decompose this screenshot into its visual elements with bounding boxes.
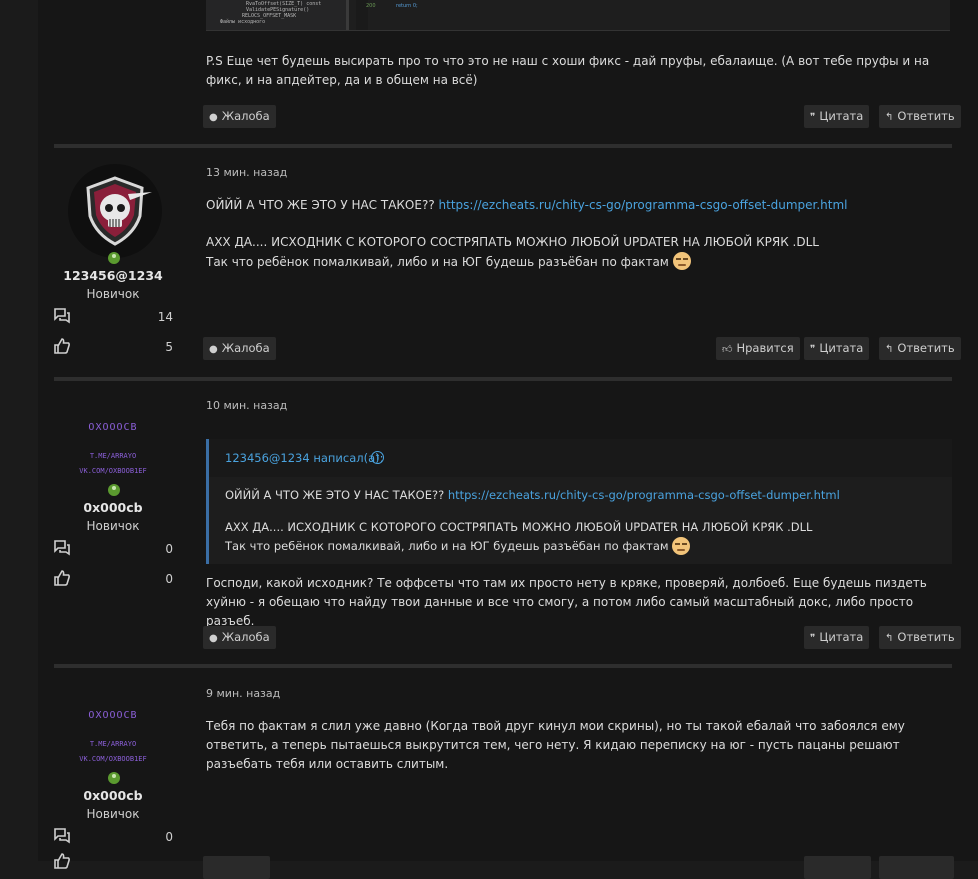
post-divider bbox=[54, 377, 952, 381]
post-time[interactable]: 10 мин. назад bbox=[206, 399, 287, 412]
post-text: ОЙЙЙ А ЧТО ЖЕ ЭТО У НАС ТАКОЕ?? bbox=[206, 198, 439, 212]
user-banner-line: T.ME/ARRAYO bbox=[89, 452, 137, 460]
online-status-icon bbox=[108, 772, 120, 784]
post-body-line: Так что ребёнок помалкивай, либо и на ЮГ… bbox=[206, 252, 952, 272]
quote-button[interactable] bbox=[804, 856, 871, 879]
quote-label: Цитата bbox=[819, 630, 864, 644]
quote-link[interactable]: https://ezcheats.ru/chity-cs-go/programm… bbox=[448, 488, 840, 502]
like-label: Нравится bbox=[736, 341, 794, 355]
online-status-icon bbox=[108, 484, 120, 496]
likes-icon bbox=[54, 570, 70, 586]
reply-arrow-icon: ↰ bbox=[885, 112, 894, 123]
post-divider bbox=[54, 664, 952, 668]
smirk-emoji-icon bbox=[672, 252, 691, 270]
reply-button[interactable]: ↰ Ответить bbox=[879, 105, 961, 128]
reply-arrow-icon: ↰ bbox=[885, 344, 894, 355]
message-count: 0 bbox=[165, 542, 173, 556]
username[interactable]: 0x000cb bbox=[38, 788, 188, 803]
reply-button[interactable]: ↰ Ответить bbox=[879, 626, 961, 649]
user-banner-title: OXOOOCB bbox=[88, 710, 138, 721]
code-line: Файлы исходного bbox=[220, 19, 266, 25]
like-count: 5 bbox=[165, 340, 173, 354]
post-body: P.S Еще чет будешь высирать про то что э… bbox=[206, 54, 930, 87]
messages-icon bbox=[54, 308, 70, 324]
reply-label: Ответить bbox=[897, 109, 955, 123]
quote-line: ОЙЙЙ А ЧТО ЖЕ ЭТО У НАС ТАКОЕ?? https://… bbox=[225, 488, 840, 502]
quote-button[interactable]: ❞ Цитата bbox=[804, 626, 870, 649]
post-time[interactable]: 13 мин. назад bbox=[206, 166, 287, 179]
quote-line: Так что ребёнок помалкивай, либо и на ЮГ… bbox=[225, 537, 691, 555]
post-body-line: АХХ ДА.... ИСХОДНИК С КОТОРОГО СОСТРЯПАТ… bbox=[206, 235, 819, 249]
quote-line: АХХ ДА.... ИСХОДНИК С КОТОРОГО СОСТРЯПАТ… bbox=[225, 520, 813, 534]
quote-text: Так что ребёнок помалкивай, либо и на ЮГ… bbox=[225, 539, 669, 553]
username[interactable]: 0x000cb bbox=[38, 500, 188, 515]
exclamation-circle-icon: ● bbox=[209, 344, 218, 355]
report-label: Жалоба bbox=[221, 630, 270, 644]
user-title: Новичок bbox=[86, 287, 140, 301]
report-label: Жалоба bbox=[221, 109, 270, 123]
reply-arrow-icon: ↰ bbox=[885, 633, 894, 644]
message-count: 14 bbox=[157, 310, 173, 324]
smirk-emoji-icon bbox=[672, 537, 691, 555]
likes-icon bbox=[54, 853, 70, 869]
quote-label: Цитата bbox=[819, 341, 864, 355]
messages-icon bbox=[54, 540, 70, 556]
report-button[interactable]: ● Жалоба bbox=[203, 105, 276, 128]
post-text: Так что ребёнок помалкивай, либо и на ЮГ… bbox=[206, 255, 669, 269]
exclamation-circle-icon: ● bbox=[209, 112, 218, 123]
reply-label: Ответить bbox=[897, 341, 955, 355]
exclamation-circle-icon: ● bbox=[209, 633, 218, 644]
quote-marks-icon: ❞ bbox=[810, 344, 816, 355]
likes-icon bbox=[54, 338, 70, 354]
avatar[interactable] bbox=[68, 164, 162, 258]
report-label: Жалоба bbox=[221, 341, 270, 355]
message-count: 0 bbox=[165, 830, 173, 844]
online-status-icon bbox=[108, 252, 120, 264]
like-button[interactable]: 👍︎ Нравится bbox=[716, 337, 800, 360]
report-button[interactable]: ● Жалоба bbox=[203, 337, 276, 360]
quote-header[interactable]: 123456@1234 написал(а): ↑ bbox=[209, 439, 952, 477]
user-title: Новичок bbox=[86, 807, 140, 821]
quote-button[interactable]: ❞ Цитата bbox=[804, 105, 870, 128]
post-body-line: ОЙЙЙ А ЧТО ЖЕ ЭТО У НАС ТАКОЕ?? https://… bbox=[206, 196, 952, 215]
quote-marks-icon: ❞ bbox=[810, 633, 816, 644]
quote-marks-icon: ❞ bbox=[810, 112, 816, 123]
user-banner-line: VK.COM/OXBOOB1EF bbox=[79, 467, 147, 475]
post-divider bbox=[54, 144, 952, 148]
arrow-up-circle-icon[interactable]: ↑ bbox=[371, 451, 384, 464]
quote-button[interactable]: ❞ Цитата bbox=[804, 337, 870, 360]
user-banner-title: OXOOOCB bbox=[88, 422, 138, 433]
quote-author[interactable]: 123456@1234 написал(а): bbox=[225, 451, 384, 465]
quote-label: Цитата bbox=[819, 109, 864, 123]
code-screenshot: RvaToOffset(SIZE_T) const ValidatePESign… bbox=[206, 0, 950, 31]
quote-block: 123456@1234 написал(а): ↑ ОЙЙЙ А ЧТО ЖЕ … bbox=[206, 439, 952, 564]
reply-label: Ответить bbox=[897, 630, 955, 644]
post-link[interactable]: https://ezcheats.ru/chity-cs-go/programm… bbox=[439, 198, 848, 212]
thumbs-up-icon: 👍︎ bbox=[722, 344, 733, 355]
user-banner-line: VK.COM/OXBOOB1EF bbox=[79, 755, 147, 763]
username[interactable]: 123456@1234 bbox=[38, 268, 188, 283]
like-count: 0 bbox=[165, 572, 173, 586]
reply-button[interactable]: ↰ Ответить bbox=[879, 337, 961, 360]
post-body: Тебя по фактам я слил уже давно (Когда т… bbox=[206, 719, 905, 771]
skull-shield-logo bbox=[86, 176, 152, 246]
user-banner-line: T.ME/ARRAYO bbox=[89, 740, 137, 748]
quote-text: ОЙЙЙ А ЧТО ЖЕ ЭТО У НАС ТАКОЕ?? bbox=[225, 488, 448, 502]
post-time[interactable]: 9 мин. назад bbox=[206, 687, 280, 700]
user-title: Новичок bbox=[86, 519, 140, 533]
post-body: Господи, какой исходник? Те оффсеты что … bbox=[206, 576, 927, 628]
report-button[interactable]: ● Жалоба bbox=[203, 626, 276, 649]
messages-icon bbox=[54, 828, 70, 844]
reply-button[interactable] bbox=[879, 856, 954, 879]
report-button[interactable] bbox=[203, 856, 270, 879]
